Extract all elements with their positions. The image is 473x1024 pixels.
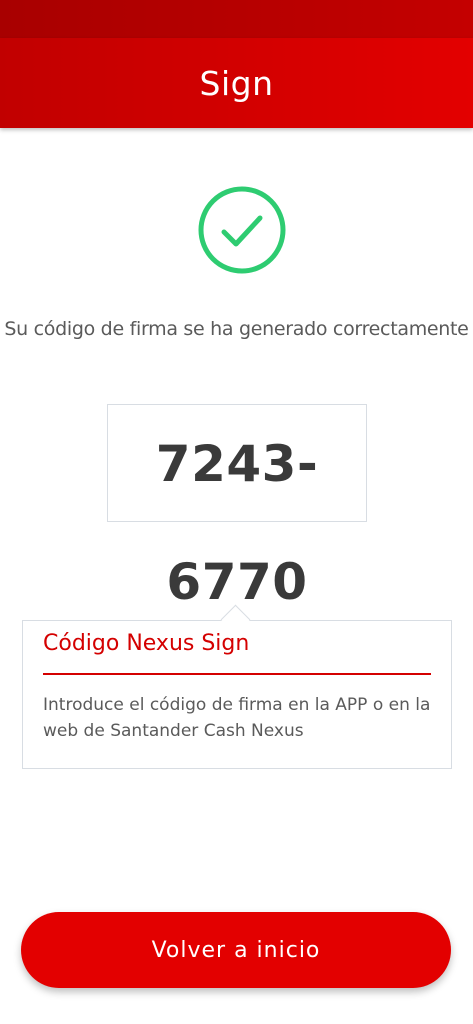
app-header: Sign	[0, 38, 473, 128]
info-card-divider	[43, 673, 431, 675]
info-card: Código Nexus Sign Introduce el código de…	[22, 604, 452, 769]
info-card-title: Código Nexus Sign	[43, 631, 250, 656]
info-card-description: Introduce el código de firma en la APP o…	[43, 695, 431, 741]
success-message: Su código de firma se ha generado correc…	[4, 318, 469, 340]
check-circle-icon	[198, 186, 286, 274]
status-bar	[0, 0, 473, 38]
back-to-home-button[interactable]: Volver a inicio	[21, 912, 451, 988]
signature-code: 7243-6770	[155, 435, 319, 611]
page-title: Sign	[199, 64, 274, 103]
signature-code-box: 7243-6770	[107, 404, 367, 611]
